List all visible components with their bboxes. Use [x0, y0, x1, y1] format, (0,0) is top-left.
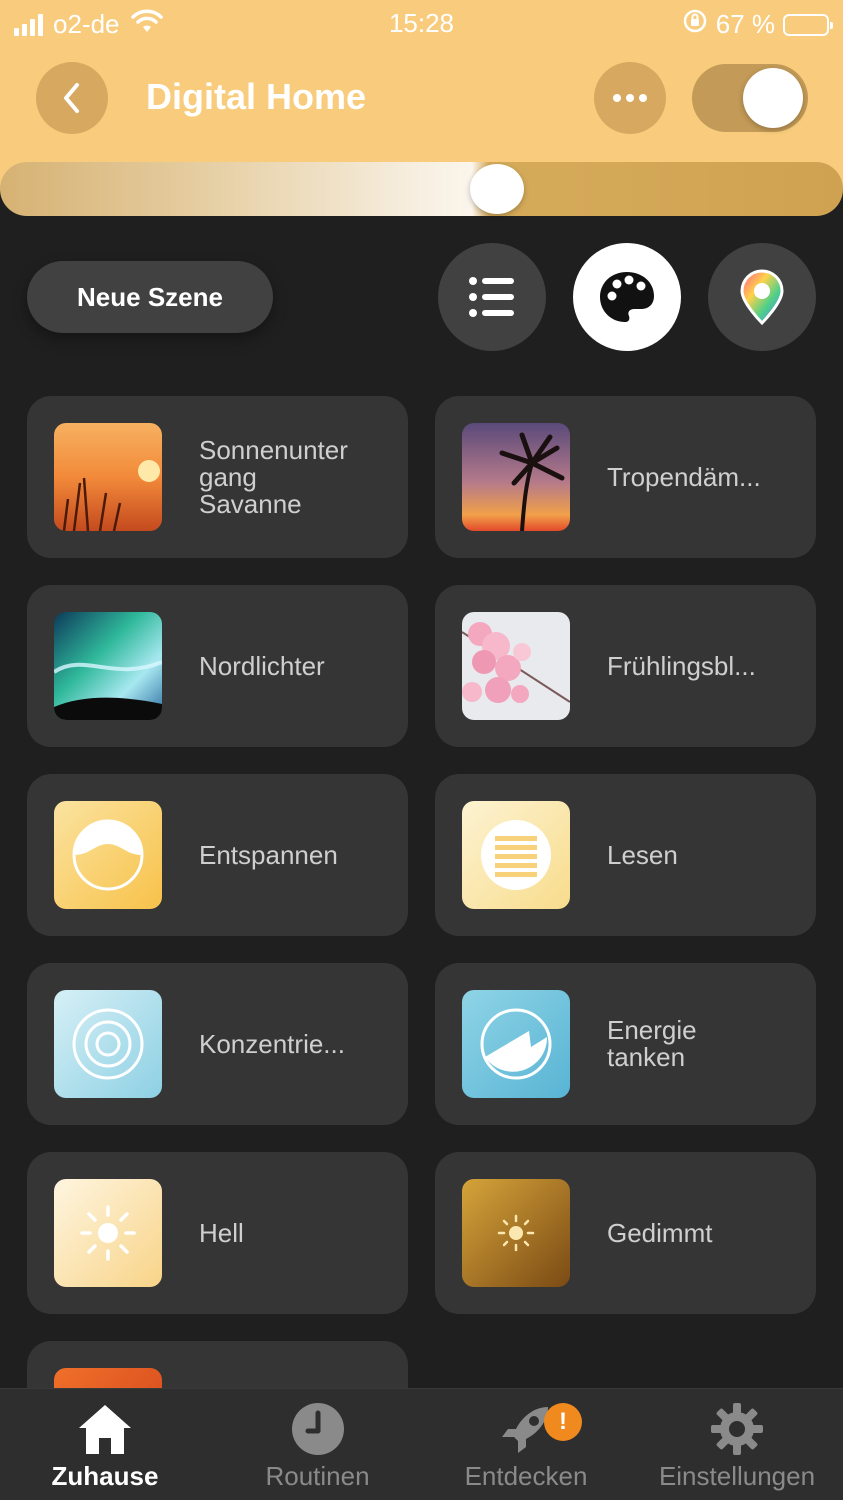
nav-row: Digital Home	[0, 62, 843, 136]
orientation-lock-icon	[682, 8, 708, 41]
more-dot-icon	[639, 94, 647, 102]
scene-card[interactable]: Hell	[27, 1152, 408, 1314]
tab-zuhause[interactable]: Zuhause	[40, 1389, 170, 1500]
list-icon	[469, 277, 514, 317]
tab-einstellungen[interactable]: Einstellungen	[647, 1389, 827, 1500]
scene-card[interactable]: Energie tanken	[435, 963, 816, 1125]
color-picker-button[interactable]	[708, 243, 816, 351]
scene-palette-button[interactable]	[573, 243, 681, 351]
clock-icon	[288, 1399, 348, 1459]
bright-icon	[54, 1179, 162, 1287]
scene-card[interactable]: Lesen	[435, 774, 816, 936]
tab-label: Zuhause	[51, 1461, 159, 1491]
page-title: Digital Home	[146, 76, 367, 117]
palette-icon	[600, 272, 654, 322]
more-options-button[interactable]	[594, 62, 666, 134]
scene-card[interactable]: Tropendäm...	[435, 396, 816, 558]
scene-label: Lesen	[607, 839, 678, 870]
energize-icon	[462, 990, 570, 1098]
chevron-left-icon	[64, 83, 79, 113]
scene-card[interactable]: Sonnenunter gang Savanne	[27, 396, 408, 558]
scene-card[interactable]: Frühlingsbl...	[435, 585, 816, 747]
more-dot-icon	[613, 94, 621, 102]
northern-lights-image	[54, 612, 162, 720]
room-power-toggle[interactable]	[692, 64, 808, 132]
dimmed-icon	[462, 1179, 570, 1287]
notification-badge: !	[544, 1403, 582, 1441]
scene-card[interactable]: Entspannen	[27, 774, 408, 936]
back-button[interactable]	[36, 62, 108, 134]
toggle-knob	[743, 68, 803, 128]
home-icon	[75, 1399, 135, 1459]
tab-label: Entdecken	[464, 1461, 588, 1491]
scene-label: Entspannen	[199, 839, 338, 870]
scene-label: Sonnenunter gang Savanne	[199, 434, 348, 519]
tab-entdecken[interactable]: Entdecken !	[450, 1389, 602, 1500]
scene-label: Konzentrie...	[199, 1028, 345, 1059]
battery-icon	[783, 13, 833, 36]
scene-label: Energie tanken	[607, 1015, 697, 1072]
scene-card[interactable]: Gedimmt	[435, 1152, 816, 1314]
scene-card[interactable]: Konzentrie...	[27, 963, 408, 1125]
scene-label: Tropendäm...	[607, 461, 761, 492]
scene-card[interactable]: Nordlichter	[27, 585, 408, 747]
more-dot-icon	[626, 94, 634, 102]
scene-label: Nordlichter	[199, 650, 325, 681]
concentrate-icon	[54, 990, 162, 1098]
tab-label: Einstellungen	[658, 1461, 816, 1491]
savanna-sunset-image	[54, 423, 162, 531]
status-bar: o2-de 15:28 67 %	[0, 0, 843, 48]
tab-label: Routinen	[265, 1461, 370, 1491]
bottom-tab-bar: Zuhause Routinen Entdecken ! Einstellung…	[0, 1388, 843, 1500]
scene-label: Hell	[199, 1217, 244, 1248]
gear-icon	[707, 1399, 767, 1459]
battery-percent: 67 %	[715, 9, 775, 39]
tropical-twilight-image	[462, 423, 570, 531]
list-view-button[interactable]	[438, 243, 546, 351]
relax-icon	[54, 801, 162, 909]
spring-blossom-image	[462, 612, 570, 720]
scene-label: Frühlingsbl...	[607, 650, 756, 681]
new-scene-button[interactable]: Neue Szene	[27, 261, 273, 333]
brightness-slider-thumb[interactable]	[470, 164, 524, 214]
color-pin-icon	[740, 269, 784, 325]
tab-routinen[interactable]: Routinen	[245, 1389, 390, 1500]
scene-label: Gedimmt	[607, 1217, 713, 1248]
brightness-slider[interactable]	[0, 162, 843, 216]
read-icon	[462, 801, 570, 909]
status-right: 67 %	[682, 8, 833, 41]
